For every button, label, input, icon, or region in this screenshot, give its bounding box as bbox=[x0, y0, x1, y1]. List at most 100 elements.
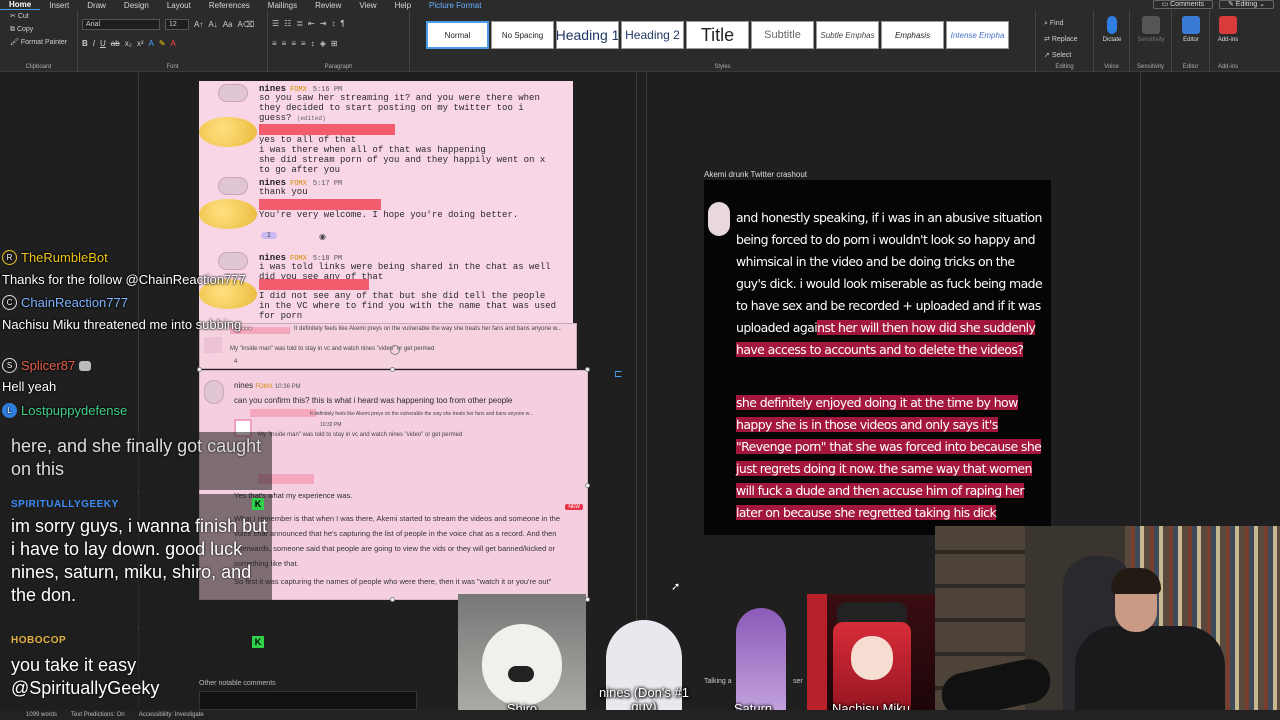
subscript-icon[interactable]: x₂ bbox=[125, 39, 132, 48]
highlight-icon[interactable]: ✎ bbox=[159, 39, 166, 48]
copy-button[interactable]: ⧉ Copy bbox=[0, 23, 77, 36]
comment-icon: ▭ bbox=[1161, 1, 1171, 8]
quote-time: 10:32 PM bbox=[320, 422, 342, 428]
sensitivity-button[interactable]: Sensitivity bbox=[1133, 16, 1169, 43]
decrease-indent-icon[interactable]: ⇤ bbox=[308, 19, 315, 28]
tab-view[interactable]: View bbox=[350, 1, 385, 10]
format-painter-button[interactable]: 🖌 Format Painter bbox=[0, 36, 77, 49]
sensitivity-group: Sensitivity Sensitivity bbox=[1130, 10, 1172, 72]
paragraph-group: ☰ ☷ ≣ ⇤ ⇥ ↕ ¶ ≡ ≡ ≡ ≡ ↕ ◈ ⊞ Paragraph bbox=[268, 10, 410, 72]
accessibility-status[interactable]: Accessibility: Investigate bbox=[139, 712, 204, 718]
select-button[interactable]: ➚ Select bbox=[1044, 48, 1078, 64]
editing-mode-button[interactable]: ✎ Editing ⌄ bbox=[1218, 0, 1274, 9]
italic-icon[interactable]: I bbox=[93, 39, 95, 48]
multilevel-list-icon[interactable]: ≣ bbox=[296, 19, 303, 28]
replace-button[interactable]: ⇄ Replace bbox=[1044, 32, 1078, 48]
streamer-hair bbox=[1111, 568, 1161, 594]
change-case-icon[interactable]: Aa bbox=[223, 20, 233, 29]
style-title[interactable]: Title bbox=[686, 21, 749, 49]
sort-icon[interactable]: ↕ bbox=[331, 19, 335, 28]
resize-handle[interactable] bbox=[390, 597, 395, 602]
talking-indicator: Talking a bbox=[704, 678, 732, 685]
line-spacing-icon[interactable]: ↕ bbox=[311, 39, 315, 48]
style-emphasis[interactable]: Emphasis bbox=[881, 21, 944, 49]
clipboard-group: ✂ Cut ⧉ Copy 🖌 Format Painter Clipboard bbox=[0, 10, 78, 72]
style-subtle-emphasis[interactable]: Subtle Emphas bbox=[816, 21, 879, 49]
avatar-face bbox=[851, 636, 893, 680]
layout-options-icon[interactable]: ⊏ bbox=[614, 369, 622, 380]
bullets-icon[interactable]: ☰ bbox=[272, 19, 279, 28]
tab-review[interactable]: Review bbox=[306, 1, 350, 10]
font-family-select[interactable]: Arial bbox=[82, 19, 160, 30]
style-heading-2[interactable]: Heading 2 bbox=[621, 21, 684, 49]
status-bar: 1099 words Text Predictions: On Accessib… bbox=[0, 710, 1280, 720]
tab-layout[interactable]: Layout bbox=[158, 1, 200, 10]
font-size-select[interactable]: 12 bbox=[165, 19, 189, 30]
mouse-cursor-icon: ➚ bbox=[671, 581, 681, 593]
chat-message: im sorry guys, i wanna finish but i have… bbox=[11, 516, 268, 605]
shrink-font-icon[interactable]: A↓ bbox=[208, 20, 217, 29]
comments-button[interactable]: ▭ Comments bbox=[1152, 0, 1213, 9]
style-subtitle[interactable]: Subtitle bbox=[751, 21, 814, 49]
avatar bbox=[218, 177, 248, 195]
justify-icon[interactable]: ≡ bbox=[301, 39, 306, 48]
numbering-icon[interactable]: ☷ bbox=[284, 19, 291, 28]
tab-insert[interactable]: Insert bbox=[40, 1, 78, 10]
editing-group: ⌕ Find ⇄ Replace ➚ Select Editing bbox=[1036, 10, 1094, 72]
tab-picture-format[interactable]: Picture Format bbox=[420, 1, 490, 10]
tab-draw[interactable]: Draw bbox=[78, 1, 115, 10]
word-count[interactable]: 1099 words bbox=[26, 712, 57, 718]
style-intense-emphasis[interactable]: Intense Empha bbox=[946, 21, 1009, 49]
borders-icon[interactable]: ⊞ bbox=[331, 39, 338, 48]
find-label: Find bbox=[1049, 20, 1064, 27]
strikethrough-icon[interactable]: ab bbox=[111, 39, 120, 48]
text-predictions-status[interactable]: Text Predictions: On bbox=[71, 712, 125, 718]
resize-handle[interactable] bbox=[585, 483, 590, 488]
underline-icon[interactable]: U bbox=[100, 39, 106, 48]
resize-handle[interactable] bbox=[585, 367, 590, 372]
find-button[interactable]: ⌕ Find bbox=[1044, 16, 1078, 32]
font-color-icon[interactable]: A bbox=[171, 39, 176, 48]
add-reaction-icon[interactable]: ◉ bbox=[319, 232, 326, 241]
clipboard-group-label: Clipboard bbox=[25, 64, 52, 70]
align-right-icon[interactable]: ≡ bbox=[291, 39, 296, 48]
sensitivity-label: Sensitivity bbox=[1137, 37, 1165, 43]
avatar bbox=[218, 84, 248, 102]
comments-label: Comments bbox=[1170, 1, 1204, 8]
bold-icon[interactable]: B bbox=[82, 39, 88, 48]
vtuber-saturn: Talking a ser Saturn bbox=[700, 598, 806, 720]
editor-group-label: Editor bbox=[1182, 64, 1199, 70]
pilcrow-icon[interactable]: ¶ bbox=[340, 19, 344, 28]
chat-user: S Splicer87 bbox=[2, 358, 92, 373]
grow-font-icon[interactable]: A↑ bbox=[194, 20, 203, 29]
tab-help[interactable]: Help bbox=[386, 1, 420, 10]
replace-label: Replace bbox=[1051, 36, 1078, 43]
style-no-spacing[interactable]: No Spacing bbox=[491, 21, 554, 49]
style-heading-1[interactable]: Heading 1 bbox=[556, 21, 619, 49]
increase-indent-icon[interactable]: ⇥ bbox=[320, 19, 327, 28]
comment-box bbox=[199, 691, 417, 710]
superscript-icon[interactable]: x² bbox=[137, 39, 144, 48]
quoted-text: My "inside man" was told to stay in vc a… bbox=[258, 432, 463, 438]
rotate-handle-icon[interactable] bbox=[390, 345, 400, 355]
kick-badge-icon: K bbox=[252, 498, 264, 510]
tab-references[interactable]: References bbox=[200, 1, 259, 10]
resize-handle[interactable] bbox=[390, 367, 395, 372]
tab-home[interactable]: Home bbox=[0, 0, 41, 11]
tab-mailings[interactable]: Mailings bbox=[259, 1, 306, 10]
shading-icon[interactable]: ◈ bbox=[320, 39, 326, 48]
editor-button[interactable]: Editor bbox=[1173, 16, 1209, 43]
tab-design[interactable]: Design bbox=[115, 1, 158, 10]
chat-message: here, and she finally got caught on this bbox=[11, 436, 262, 479]
dictate-button[interactable]: Dictate bbox=[1094, 16, 1130, 43]
align-center-icon[interactable]: ≡ bbox=[282, 39, 287, 48]
style-normal[interactable]: Normal bbox=[426, 21, 489, 49]
align-left-icon[interactable]: ≡ bbox=[272, 39, 277, 48]
user-badge-icon: C bbox=[2, 295, 17, 310]
addins-button[interactable]: Add-ins bbox=[1210, 16, 1246, 43]
cut-button[interactable]: ✂ Cut bbox=[0, 10, 77, 23]
clear-formatting-icon[interactable]: A⌫ bbox=[237, 20, 254, 29]
tweet-screenshot[interactable]: and honestly speaking, if i was in an ab… bbox=[704, 180, 1051, 535]
replace-icon: ⇄ bbox=[1044, 36, 1052, 43]
text-effects-icon[interactable]: A bbox=[148, 39, 153, 48]
